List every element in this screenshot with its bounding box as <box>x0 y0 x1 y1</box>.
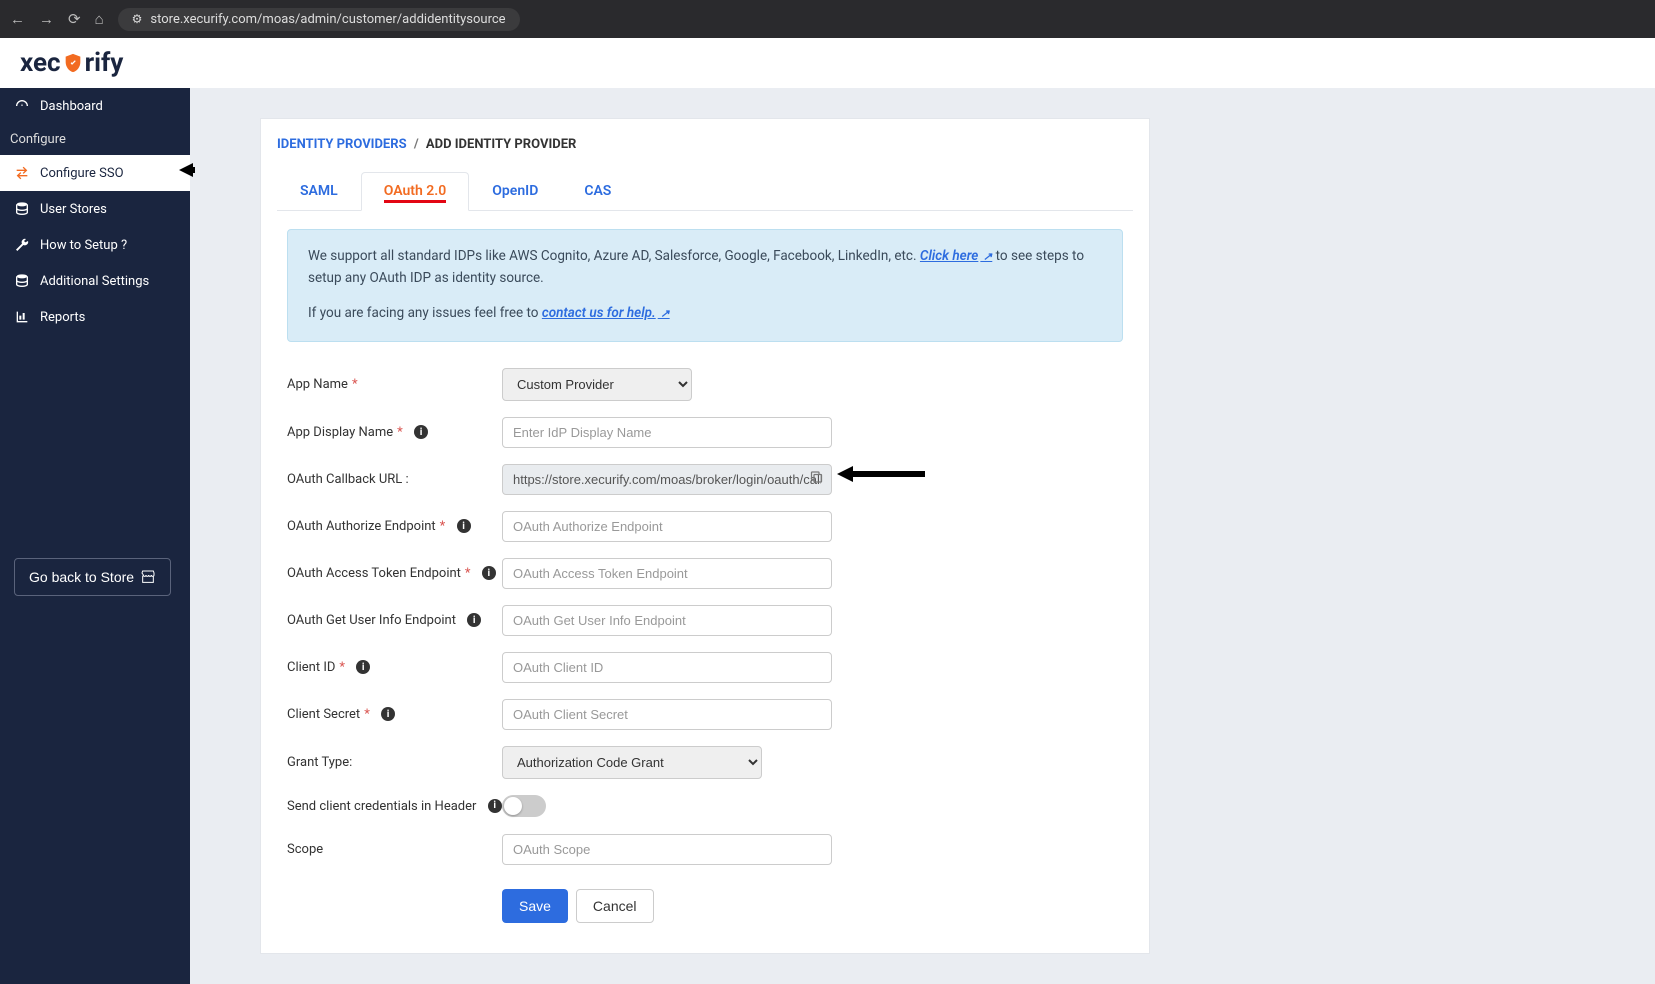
help-icon[interactable]: i <box>482 566 496 580</box>
row-scope: Scope <box>277 828 1133 871</box>
home-icon[interactable]: ⌂ <box>95 10 104 28</box>
sidebar-label: Additional Settings <box>40 274 176 289</box>
help-icon[interactable]: i <box>356 660 370 674</box>
app-name-select[interactable]: Custom Provider <box>502 368 692 401</box>
sidebar-label: Dashboard <box>40 99 176 114</box>
database-icon <box>14 273 30 289</box>
row-send-header: Send client credentials in Header i <box>277 789 1133 824</box>
url-bar[interactable]: ⚙ store.xecurify.com/moas/admin/customer… <box>118 8 520 31</box>
breadcrumb: IDENTITY PROVIDERS / ADD IDENTITY PROVID… <box>277 137 1133 152</box>
sidebar-item-configure-sso[interactable]: Configure SSO <box>0 155 190 191</box>
row-token-endpoint: OAuth Access Token Endpoint* i <box>277 552 1133 595</box>
forward-icon[interactable]: → <box>39 10 54 28</box>
chart-icon <box>14 309 30 325</box>
save-button[interactable]: Save <box>502 889 568 923</box>
sidebar-item-how-to-setup[interactable]: How to Setup ? <box>0 227 190 263</box>
contact-link[interactable]: contact us for help. ↗ <box>542 305 670 321</box>
go-back-to-store-button[interactable]: Go back to Store <box>14 558 171 596</box>
row-client-secret: Client Secret* i <box>277 693 1133 736</box>
client-id-input[interactable] <box>502 652 832 683</box>
row-client-id: Client ID* i <box>277 646 1133 689</box>
main-content: IDENTITY PROVIDERS / ADD IDENTITY PROVID… <box>190 88 1655 984</box>
content-card: IDENTITY PROVIDERS / ADD IDENTITY PROVID… <box>260 118 1150 954</box>
button-row: Save Cancel <box>277 889 1133 923</box>
help-icon[interactable]: i <box>457 519 471 533</box>
row-display-name: App Display Name* i <box>277 411 1133 454</box>
token-endpoint-input[interactable] <box>502 558 832 589</box>
sidebar-label: How to Setup ? <box>40 238 176 253</box>
help-icon[interactable]: i <box>488 799 502 813</box>
url-text: store.xecurify.com/moas/admin/customer/a… <box>150 12 505 27</box>
sidebar-item-additional-settings[interactable]: Additional Settings <box>0 263 190 299</box>
sidebar-label: Reports <box>40 310 176 325</box>
sidebar-label: User Stores <box>40 202 176 217</box>
display-name-input[interactable] <box>502 417 832 448</box>
browser-chrome: ← → ⟳ ⌂ ⚙ store.xecurify.com/moas/admin/… <box>0 0 1655 38</box>
row-app-name: App Name* Custom Provider <box>277 362 1133 407</box>
breadcrumb-link[interactable]: IDENTITY PROVIDERS <box>277 137 407 152</box>
sso-icon <box>14 165 30 181</box>
authorize-endpoint-input[interactable] <box>502 511 832 542</box>
tab-oauth[interactable]: OAuth 2.0 <box>361 172 470 211</box>
annotation-arrow <box>837 464 927 484</box>
cancel-button[interactable]: Cancel <box>576 889 654 923</box>
row-callback-url: OAuth Callback URL : <box>277 458 1133 501</box>
sidebar-item-user-stores[interactable]: User Stores <box>0 191 190 227</box>
userinfo-endpoint-input[interactable] <box>502 605 832 636</box>
grant-type-select[interactable]: Authorization Code Grant <box>502 746 762 779</box>
sidebar-item-dashboard[interactable]: Dashboard <box>0 88 190 124</box>
tabs: SAML OAuth 2.0 OpenID CAS <box>277 172 1133 211</box>
external-link-icon: ↗ <box>658 307 670 320</box>
help-icon[interactable]: i <box>414 425 428 439</box>
back-icon[interactable]: ← <box>10 10 25 28</box>
tab-saml[interactable]: SAML <box>277 172 361 210</box>
sidebar-section-configure: Configure <box>0 124 190 155</box>
logo-bar: xec rify <box>0 38 1655 88</box>
sidebar-label: Configure SSO <box>40 166 176 181</box>
send-header-toggle[interactable] <box>502 795 546 817</box>
scope-input[interactable] <box>502 834 832 865</box>
info-box: We support all standard IDPs like AWS Co… <box>287 229 1123 342</box>
row-userinfo-endpoint: OAuth Get User Info Endpoint i <box>277 599 1133 642</box>
sidebar: Dashboard Configure Configure SSO User S… <box>0 88 190 984</box>
dashboard-icon <box>14 98 30 114</box>
callback-url-input[interactable] <box>502 464 832 495</box>
database-icon <box>14 201 30 217</box>
click-here-link[interactable]: Click here ↗ <box>920 248 992 264</box>
help-icon[interactable]: i <box>467 613 481 627</box>
help-icon[interactable]: i <box>381 707 395 721</box>
shield-icon <box>62 52 84 74</box>
row-grant-type: Grant Type: Authorization Code Grant <box>277 740 1133 785</box>
reload-icon[interactable]: ⟳ <box>68 10 81 28</box>
external-link-icon: ↗ <box>980 250 992 263</box>
breadcrumb-current: ADD IDENTITY PROVIDER <box>426 137 576 152</box>
wrench-icon <box>14 237 30 253</box>
tab-cas[interactable]: CAS <box>561 172 634 210</box>
copy-icon[interactable] <box>809 470 824 489</box>
client-secret-input[interactable] <box>502 699 832 730</box>
sidebar-item-reports[interactable]: Reports <box>0 299 190 335</box>
row-authorize-endpoint: OAuth Authorize Endpoint* i <box>277 505 1133 548</box>
store-icon <box>140 569 156 585</box>
site-tune-icon: ⚙ <box>132 12 143 26</box>
logo[interactable]: xec rify <box>20 48 123 78</box>
tab-openid[interactable]: OpenID <box>469 172 561 210</box>
